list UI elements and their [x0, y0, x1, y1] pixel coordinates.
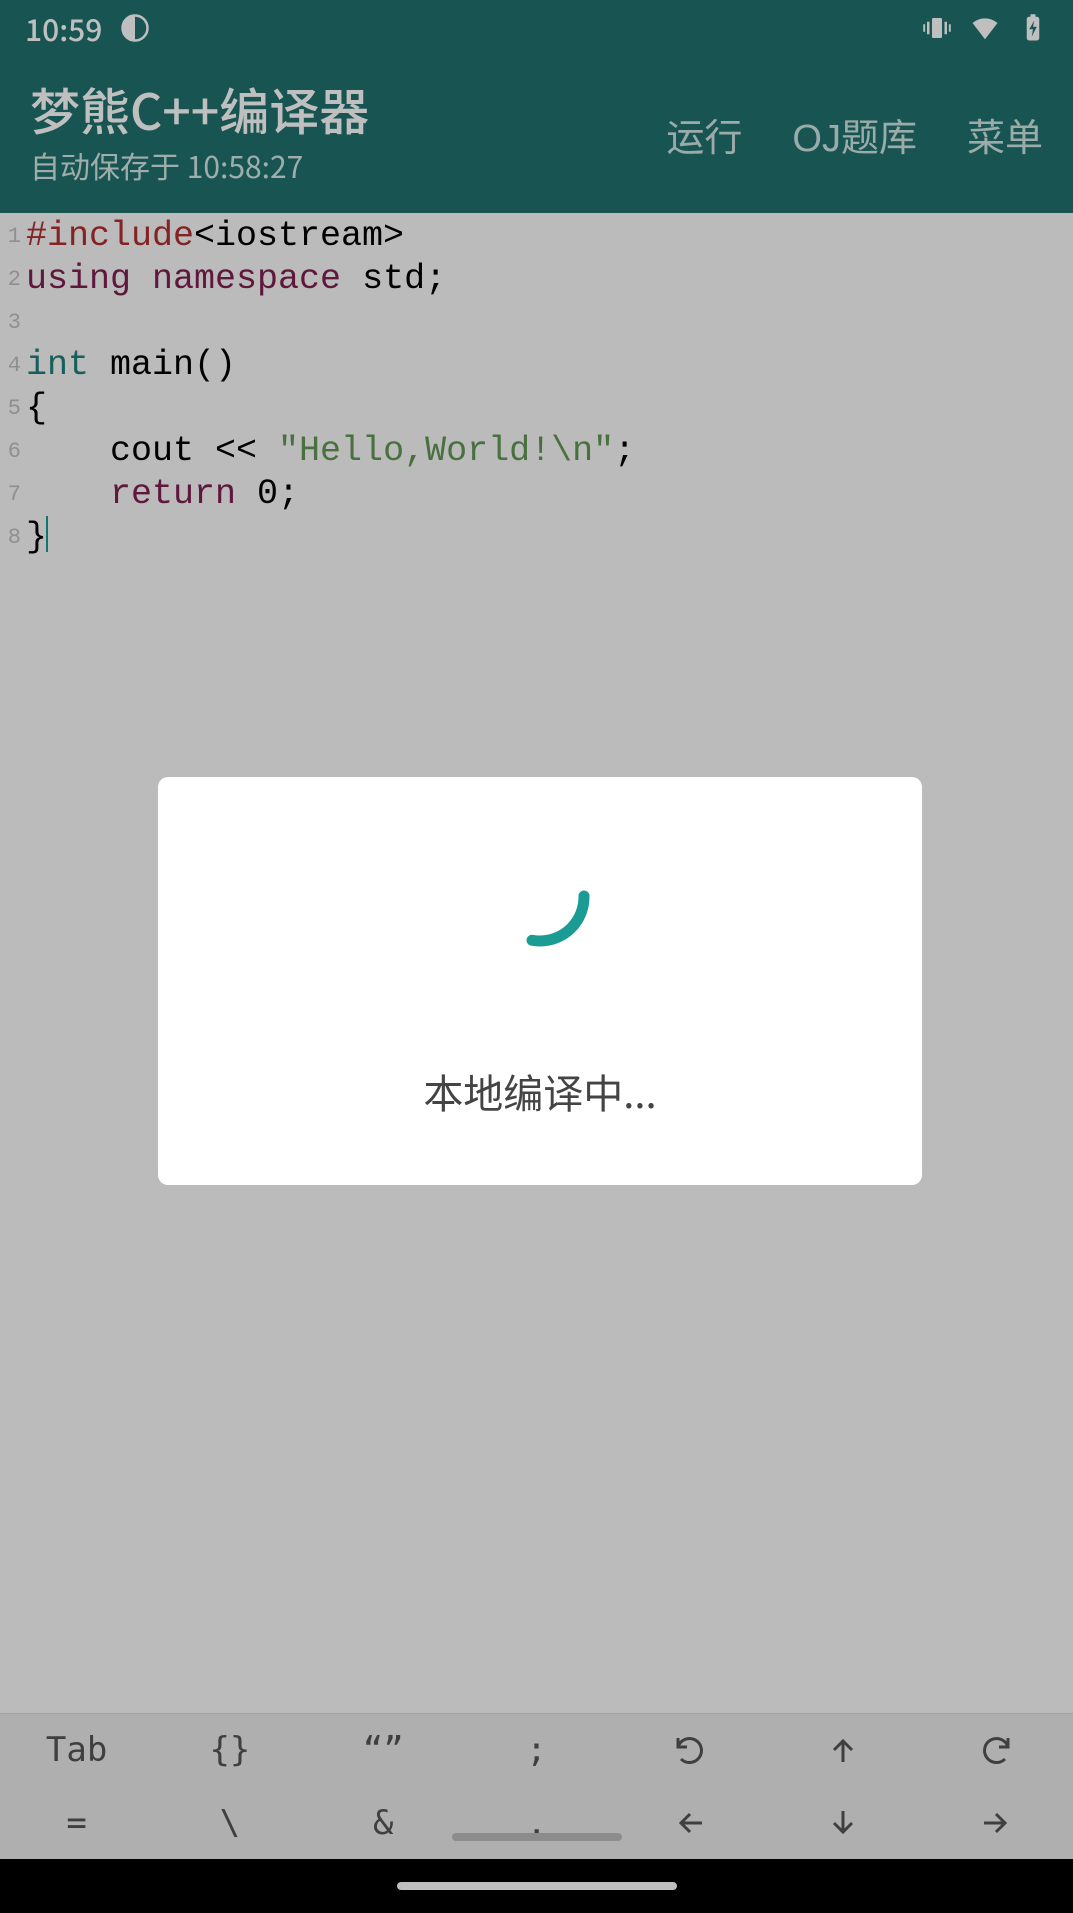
compiling-dialog: 本地编译中... — [158, 777, 922, 1185]
spinner-icon — [485, 842, 595, 952]
dialog-message: 本地编译中... — [423, 1062, 656, 1120]
